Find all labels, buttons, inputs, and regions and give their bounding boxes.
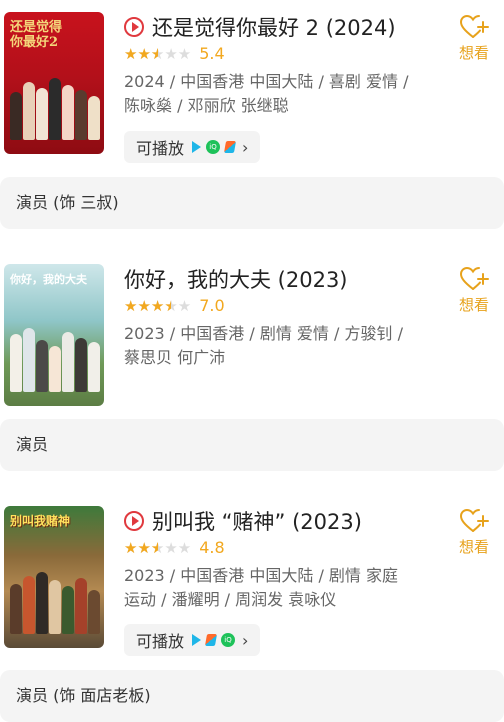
rating-score: 7.0 [199,296,225,315]
tencent-video-icon [192,141,202,153]
movie-meta: 2023 / 中国香港 中国大陆 / 剧情 家庭 运动 / 潘耀明 / 周润发 … [124,566,399,609]
want-label: 想看 [458,538,489,556]
role-bar: 演员 (饰 三叔) [0,177,504,229]
heart-plus-icon [459,14,489,38]
movie-poster[interactable]: 你好，我的大夫 [4,264,104,406]
role-bar: 演员 [0,419,504,471]
tencent-video-icon [192,634,202,646]
movie-poster[interactable]: 还是觉得 你最好2 [4,12,104,154]
want-label: 想看 [458,296,489,314]
want-to-watch-button[interactable]: 想看 [454,508,494,557]
chevron-right-icon: › [242,137,249,157]
rating: ★★★★★★★★★★ 7.0 [124,296,225,315]
iqiyi-icon: iQ [206,140,221,154]
rating-score: 4.8 [199,538,225,557]
playable-button[interactable]: 可播放 iQ › [124,131,261,163]
want-to-watch-button[interactable]: 想看 [454,14,494,63]
rating-score: 5.4 [199,44,225,63]
rating: ★★★★★★★★★★ 4.8 [124,538,225,557]
youku-icon [223,141,237,153]
movie-title[interactable]: 还是觉得你最好 2 (2024) [152,12,396,42]
chevron-right-icon: › [242,630,249,650]
want-label: 想看 [458,44,489,62]
star-rating: ★★★★★★★★★★ [124,44,192,63]
heart-plus-icon [459,266,489,290]
play-badge-icon [124,17,144,37]
movie-poster[interactable]: 别叫我赌神 [4,506,104,648]
youku-icon [204,634,218,646]
movie-title[interactable]: 你好，我的大夫 (2023) [124,264,348,294]
want-to-watch-button[interactable]: 想看 [454,266,494,315]
iqiyi-icon: iQ [221,633,236,647]
movie-title[interactable]: 别叫我 “赌神” (2023) [152,506,362,536]
playable-label: 可播放 [136,139,185,158]
star-rating: ★★★★★★★★★★ [124,296,192,315]
playable-button[interactable]: 可播放 iQ › [124,624,261,656]
role-bar: 演员 (饰 面店老板) [0,670,504,722]
movie-meta: 2024 / 中国香港 中国大陆 / 喜剧 爱情 / 陈咏燊 / 邓丽欣 张继聪 [124,72,409,115]
play-badge-icon [124,511,144,531]
star-rating: ★★★★★★★★★★ [124,538,192,557]
movie-meta: 2023 / 中国香港 / 剧情 爱情 / 方骏钊 / 蔡思贝 何广沛 [124,324,403,367]
playable-label: 可播放 [136,632,185,651]
rating: ★★★★★★★★★★ 5.4 [124,44,225,63]
heart-plus-icon [459,508,489,532]
